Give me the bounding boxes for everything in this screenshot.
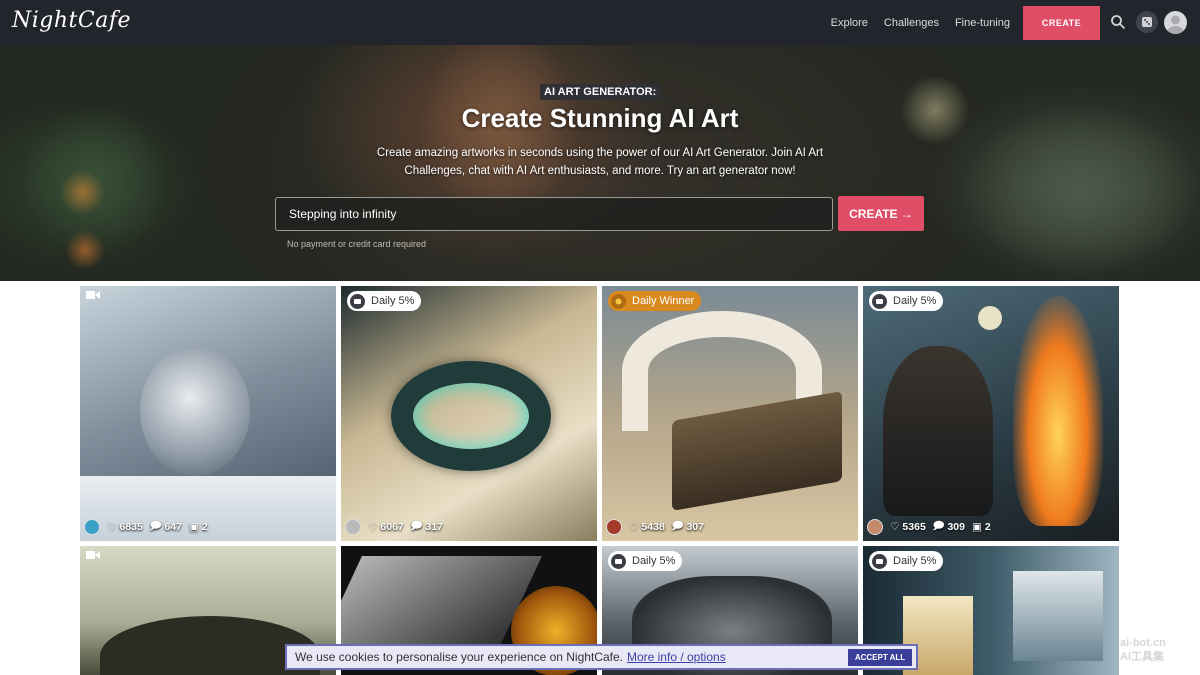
watermark: ai-bot.cn AI工具集 — [1120, 637, 1166, 663]
comment-icon: 🗩 — [149, 520, 162, 532]
comment-icon: 🗩 — [671, 520, 684, 532]
hero-section: AI ART GENERATOR: Create Stunning AI Art… — [0, 45, 1200, 281]
daily-badge: Daily 5% — [869, 291, 944, 311]
comments-count: 🗩 647 — [150, 518, 182, 536]
artwork-flame — [1013, 296, 1103, 526]
medal-icon — [611, 293, 626, 309]
user-avatar[interactable] — [1164, 11, 1187, 34]
artwork-card[interactable]: Daily Winner ♡ 5438 🗩 307 — [602, 286, 858, 541]
likes-count: ♡ 5365 — [890, 521, 926, 533]
images-count: ▣ 2 — [971, 521, 991, 533]
heart-icon[interactable]: ♡ — [890, 521, 899, 533]
creator-avatar[interactable] — [84, 519, 100, 535]
artwork-subject — [1013, 571, 1103, 661]
cookie-text: We use cookies to personalise your exper… — [295, 650, 623, 664]
artwork-moon — [978, 306, 1002, 330]
video-icon — [86, 291, 100, 299]
nav-explore[interactable]: Explore — [831, 17, 868, 29]
artwork-card[interactable]: ♡ 6835 🗩 647 ▣ 2 — [80, 286, 336, 541]
artwork-subject — [883, 346, 993, 516]
search-icon[interactable] — [1110, 14, 1126, 30]
image-icon: ▣ — [188, 521, 199, 533]
heart-icon[interactable]: ♡ — [107, 521, 116, 533]
video-icon — [86, 551, 100, 559]
image-icon: ▣ — [971, 521, 982, 533]
artwork-subject — [140, 346, 250, 476]
artwork-subject — [391, 361, 551, 471]
robot-icon — [350, 293, 365, 309]
artwork-card[interactable]: Daily 5% ♡ 5365 🗩 309 ▣ 2 — [863, 286, 1119, 541]
hero-create-button[interactable]: CREATE → — [838, 196, 924, 231]
card-stats: ♡ 5438 🗩 307 — [606, 518, 704, 536]
comment-icon: 🗩 — [410, 520, 423, 532]
card-stats: ♡ 6067 🗩 317 — [345, 518, 443, 536]
prompt-input[interactable]: Stepping into infinity — [275, 197, 833, 231]
creator-avatar[interactable] — [606, 519, 622, 535]
likes-count: ♡ 6835 — [107, 521, 143, 533]
daily-badge: Daily 5% — [608, 551, 683, 571]
cookie-more-info-link[interactable]: More info / options — [627, 650, 726, 664]
daily-winner-badge: Daily Winner — [608, 291, 702, 311]
comments-count: 🗩 307 — [672, 518, 704, 536]
accept-all-button[interactable]: ACCEPT ALL — [848, 649, 912, 666]
hero-subtitle: Create amazing artworks in seconds using… — [376, 147, 824, 177]
daily-badge: Daily 5% — [347, 291, 422, 311]
heart-icon[interactable]: ♡ — [368, 521, 377, 533]
payment-note: No payment or credit card required — [287, 239, 427, 249]
hero-title: Create Stunning AI Art — [461, 103, 739, 133]
nav-fine-tuning[interactable]: Fine-tuning — [955, 17, 1010, 29]
hero-label: AI ART GENERATOR: — [540, 84, 661, 100]
card-stats: ♡ 5365 🗩 309 ▣ 2 — [867, 518, 991, 536]
heart-icon[interactable]: ♡ — [629, 521, 638, 533]
comment-icon: 🗩 — [932, 520, 945, 532]
dice-icon[interactable] — [1136, 11, 1158, 33]
nav-links: Explore Challenges Fine-tuning — [831, 0, 1010, 45]
comments-count: 🗩 317 — [411, 518, 443, 536]
likes-count: ♡ 5438 — [629, 521, 665, 533]
robot-icon — [872, 293, 887, 309]
comments-count: 🗩 309 — [933, 518, 965, 536]
nightcafe-logo[interactable]: NightCafe — [12, 8, 131, 33]
creator-avatar[interactable] — [867, 519, 883, 535]
nav-create-button[interactable]: CREATE — [1023, 6, 1100, 40]
artwork-card[interactable]: Daily 5% ♡ 6067 🗩 317 — [341, 286, 597, 541]
robot-icon — [611, 553, 626, 569]
robot-icon — [872, 553, 887, 569]
top-nav: NightCafe Explore Challenges Fine-tuning… — [0, 0, 1200, 45]
daily-badge: Daily 5% — [869, 551, 944, 571]
images-count: ▣ 2 — [188, 521, 208, 533]
nav-challenges[interactable]: Challenges — [884, 17, 939, 29]
card-stats: ♡ 6835 🗩 647 ▣ 2 — [84, 518, 208, 536]
cookie-banner: We use cookies to personalise your exper… — [285, 644, 918, 670]
likes-count: ♡ 6067 — [368, 521, 404, 533]
creator-avatar[interactable] — [345, 519, 361, 535]
